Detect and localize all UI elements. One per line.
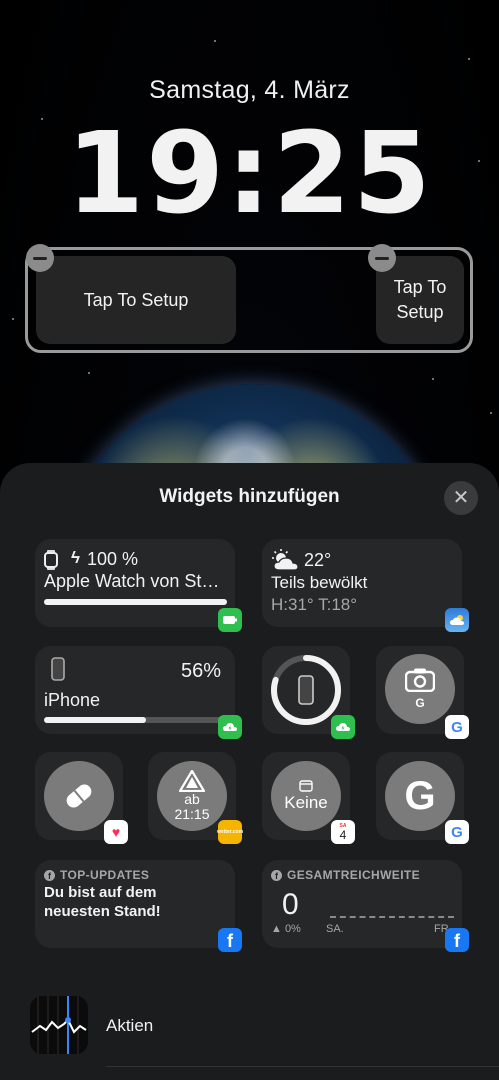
iphone-battery-widget[interactable]: 56% iPhone xyxy=(35,646,235,734)
remove-widget-button-left[interactable] xyxy=(26,244,54,272)
facebook-icon: f xyxy=(271,870,282,881)
google-lens-circle: G xyxy=(385,654,455,724)
partly-cloudy-icon xyxy=(272,549,299,571)
warning-line2: 21:15 xyxy=(174,806,210,822)
lock-date: Samstag, 4. März xyxy=(149,76,350,104)
facebook-reach-widget[interactable]: f GESAMTREICHWEITE 0 ▲ 0% SA. FR. xyxy=(262,860,462,948)
aktien-label: Aktien xyxy=(106,1016,154,1035)
weather-range: H:31° T:18° xyxy=(271,595,358,614)
fb-reach-header: GESAMTREICHWEITE xyxy=(287,868,421,882)
camera-icon xyxy=(405,668,435,692)
heart-icon: ♥ xyxy=(111,824,121,840)
fb-reach-sparkline xyxy=(330,916,454,918)
calendar-label: Keine xyxy=(284,792,328,812)
cloud-icon xyxy=(450,615,464,625)
setup-widget-small-label-2: Setup xyxy=(396,302,444,322)
batteries-app-badge-3 xyxy=(331,715,355,739)
facebook-logo-icon: f xyxy=(227,931,233,951)
cloud-bolt-icon xyxy=(336,723,350,731)
fb-reach-change: ▲ 0% xyxy=(271,923,301,935)
wetter-app-badge: wetter.com xyxy=(216,820,244,844)
iphone-battery-name: iPhone xyxy=(44,690,101,710)
pill-icon xyxy=(66,784,92,808)
sheet-title: Widgets hinzufügen xyxy=(159,486,340,507)
iphone-battery-percent: 56% xyxy=(181,660,222,682)
stocks-app-icon xyxy=(30,996,88,1054)
google-logo-letter: G xyxy=(404,773,436,818)
health-app-badge: ♥ xyxy=(104,820,128,844)
watch-name: Apple Watch von St… xyxy=(44,571,220,591)
calendar-badge-date: 4 xyxy=(339,827,347,842)
facebook-icon: f xyxy=(44,870,55,881)
fb-reach-value: 0 xyxy=(282,888,299,921)
facebook-updates-widget[interactable]: f TOP-UPDATES Du bist auf dem neuesten S… xyxy=(35,860,235,948)
facebook-app-badge: f xyxy=(218,928,242,952)
calendar-circle: Keine xyxy=(271,761,341,831)
facebook-app-badge-2: f xyxy=(445,928,469,952)
google-app-badge: G xyxy=(445,715,469,739)
cloud-bolt-icon xyxy=(223,723,237,731)
google-search-circle: G xyxy=(385,761,455,831)
batteries-app-badge xyxy=(218,608,242,632)
setup-widget-small-label-1: Tap To xyxy=(393,277,447,297)
battery-icon xyxy=(223,616,237,624)
google-app-badge-2: G xyxy=(445,820,469,844)
health-circle xyxy=(44,761,114,831)
lock-clock: 19:25 xyxy=(66,109,433,239)
weather-widget[interactable]: 22° Teils bewölkt H:31° T:18° xyxy=(262,539,462,627)
google-lens-letter: G xyxy=(415,696,425,710)
batteries-app-badge-2 xyxy=(218,715,242,739)
aktien-list-item[interactable]: Aktien xyxy=(0,990,499,1067)
watch-battery-fill xyxy=(44,599,227,605)
close-button[interactable]: ✕ xyxy=(444,481,478,515)
fb-updates-line1: Du bist auf dem xyxy=(44,884,157,901)
remove-widget-button-right[interactable] xyxy=(368,244,396,272)
stocks-chart-icon xyxy=(31,996,87,1054)
fb-updates-line2: neuesten Stand! xyxy=(44,903,161,920)
iphone-battery-fill xyxy=(44,717,147,723)
setup-widget-large-label: Tap To Setup xyxy=(83,289,189,310)
calendar-app-badge: SA 4 xyxy=(331,820,355,844)
facebook-logo-icon: f xyxy=(454,931,460,951)
warning-line1: ab xyxy=(184,791,200,807)
calendar-icon xyxy=(299,779,313,792)
wetter-badge-text: wetter.com xyxy=(216,828,244,835)
watch-battery-percent: 100 % xyxy=(87,549,139,569)
setup-widget-large[interactable]: Tap To Setup xyxy=(36,256,236,344)
iphone-icon xyxy=(298,675,314,705)
warning-triangle-icon xyxy=(179,770,205,792)
weather-condition: Teils bewölkt xyxy=(271,573,368,592)
list-divider xyxy=(106,1066,499,1067)
fb-updates-header: TOP-UPDATES xyxy=(60,868,150,882)
bolt-icon: ϟ xyxy=(71,548,80,567)
watch-battery-widget[interactable]: ϟ 100 % Apple Watch von St… xyxy=(35,539,235,627)
watch-icon xyxy=(44,550,58,570)
fb-reach-label-left: SA. xyxy=(326,923,344,935)
weather-temp: 22° xyxy=(304,550,332,570)
weather-app-badge xyxy=(445,608,469,632)
warning-circle: ab 21:15 xyxy=(157,761,227,831)
iphone-icon xyxy=(51,657,65,681)
